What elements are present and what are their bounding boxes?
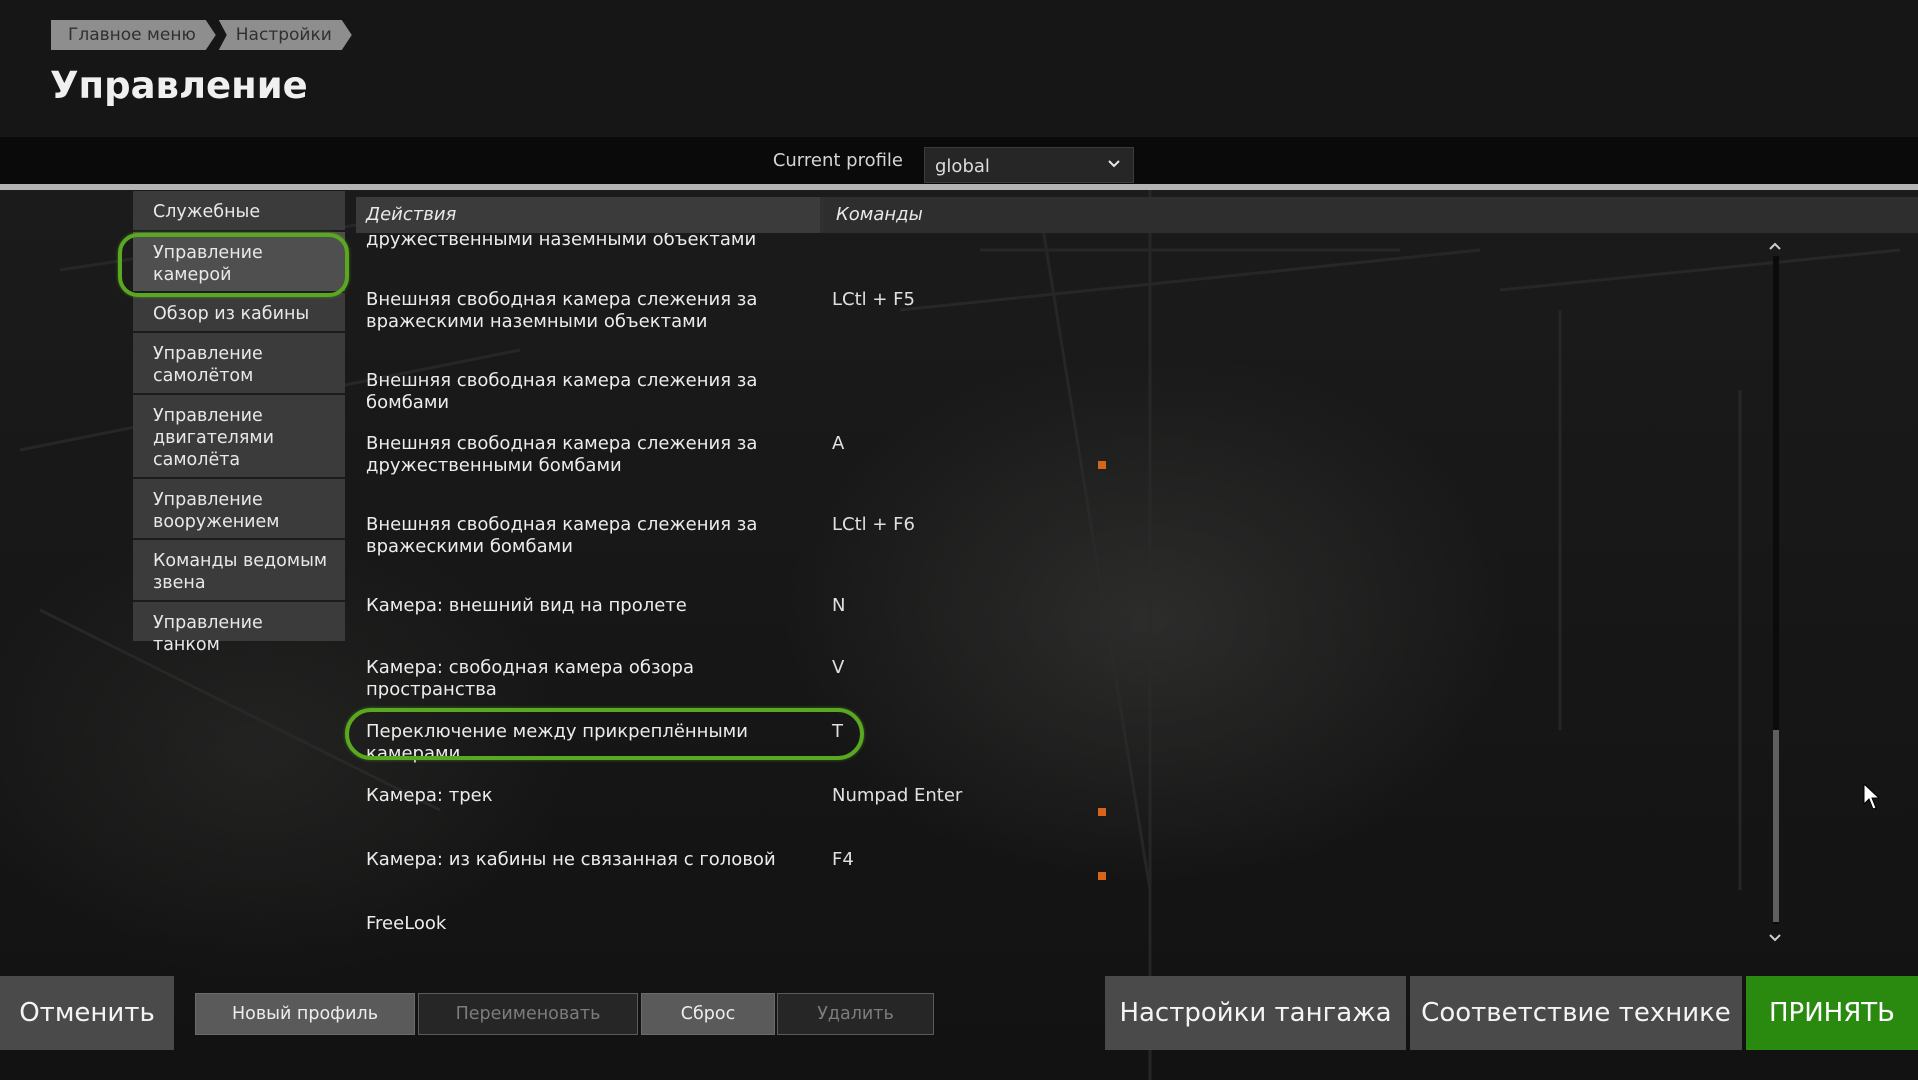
scroll-up-icon[interactable]: [1768, 236, 1782, 256]
row-command[interactable]: Numpad Enter: [832, 785, 962, 807]
row-action: Камера: из кабины не связанная с головой: [366, 849, 776, 870]
table-header: Действия Команды: [356, 197, 1918, 233]
row-action: FreeLook: [366, 913, 447, 934]
breadcrumb: Главное меню Настройки: [51, 20, 355, 50]
cancel-button[interactable]: Отменить: [0, 976, 174, 1050]
category-aircraft-control[interactable]: Управление самолётом: [133, 333, 345, 395]
row-command[interactable]: V: [832, 657, 844, 679]
row-action: Внешняя свободная камера слежения за вра…: [366, 289, 758, 332]
row-command[interactable]: N: [832, 595, 845, 617]
row-action: Камера: трек: [366, 785, 493, 806]
conflict-marker-icon: [1098, 461, 1106, 469]
row-action: Внешняя свободная камера слежения за бом…: [366, 370, 758, 413]
category-service[interactable]: Служебные: [133, 191, 345, 232]
row-command[interactable]: F4: [832, 849, 854, 871]
vehicle-match-button[interactable]: Соответствие технике: [1410, 976, 1742, 1050]
row-command[interactable]: A: [832, 433, 844, 455]
category-wingman-commands[interactable]: Команды ведомым звена: [133, 540, 345, 602]
category-tank-control[interactable]: Управление танком: [133, 602, 345, 655]
column-header-actions: Действия: [356, 197, 820, 233]
row-command[interactable]: LCtl + F5: [832, 289, 915, 311]
mouse-cursor-icon: [1863, 782, 1881, 815]
pitch-settings-button[interactable]: Настройки тангажа: [1105, 976, 1406, 1050]
accept-button[interactable]: ПРИНЯТЬ: [1746, 976, 1918, 1050]
row-action: Камера: свободная камера обзора простран…: [366, 657, 695, 700]
profile-dropdown[interactable]: global: [924, 147, 1134, 183]
category-weapon-control[interactable]: Управление вооружением: [133, 479, 345, 540]
chevron-down-icon: [1107, 154, 1121, 175]
profile-separator: [0, 184, 1918, 190]
scrollbar-thumb[interactable]: [1773, 730, 1779, 922]
category-cockpit-view[interactable]: Обзор из кабины: [133, 293, 345, 333]
action-list: дружественными наземными объектами Внешн…: [356, 233, 1756, 945]
row-action: Внешняя свободная камера слежения за вра…: [366, 514, 758, 557]
highlight-ellipse-category: [118, 233, 349, 297]
row-action: дружественными наземными объектами: [366, 233, 757, 250]
conflict-marker-icon: [1098, 808, 1106, 816]
category-engine-control[interactable]: Управление двигателями самолёта: [133, 395, 345, 479]
rename-button[interactable]: Переименовать: [418, 993, 638, 1035]
new-profile-button[interactable]: Новый профиль: [195, 993, 415, 1035]
column-header-commands: Команды: [824, 197, 1918, 233]
breadcrumb-settings[interactable]: Настройки: [219, 20, 352, 50]
scroll-down-icon[interactable]: [1768, 928, 1782, 948]
conflict-marker-icon: [1098, 872, 1106, 880]
profile-value: global: [935, 156, 990, 177]
row-action: Камера: внешний вид на пролете: [366, 595, 687, 616]
row-action: Внешняя свободная камера слежения за дру…: [366, 433, 758, 476]
reset-button[interactable]: Сброс: [641, 993, 775, 1035]
page-title: Управление: [50, 64, 308, 107]
profile-label: Current profile: [772, 150, 903, 171]
row-command[interactable]: LCtl + F6: [832, 514, 915, 536]
breadcrumb-main-menu[interactable]: Главное меню: [51, 20, 216, 50]
delete-button[interactable]: Удалить: [777, 993, 934, 1035]
highlight-ellipse-row: [345, 708, 864, 760]
